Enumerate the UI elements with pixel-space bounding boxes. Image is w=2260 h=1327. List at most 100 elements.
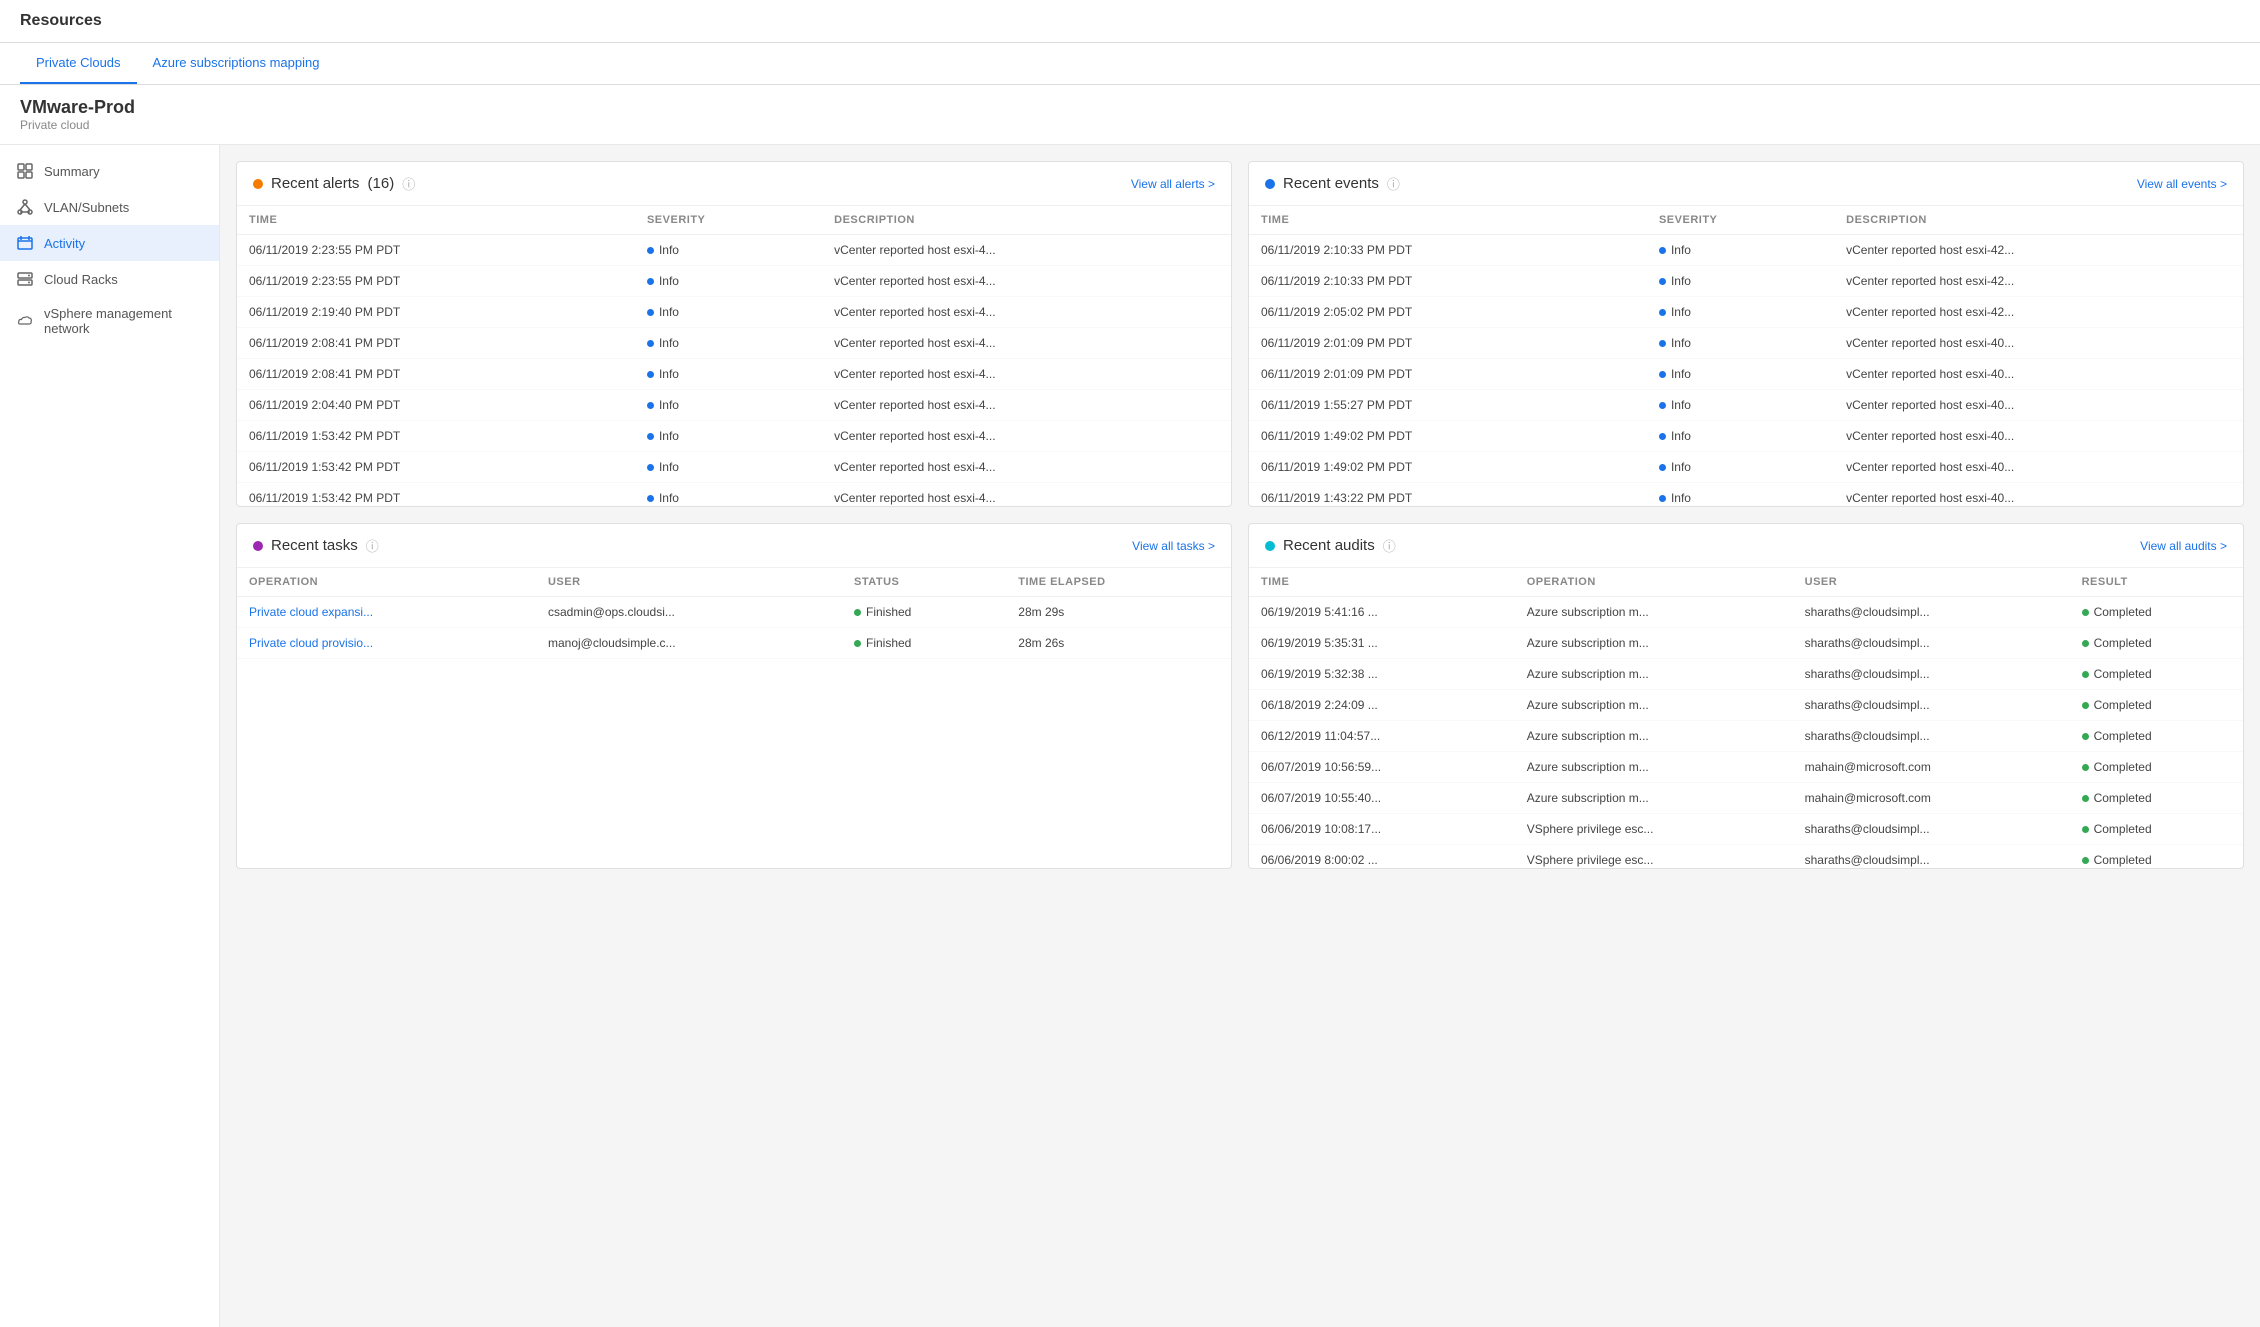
sidebar-label-vsphere: vSphere management network [44, 306, 203, 336]
audits-table: TIME OPERATION USER RESULT 06/19/2019 5:… [1249, 568, 2243, 868]
alerts-info-icon[interactable]: ⓘ [402, 174, 415, 193]
alerts-title: Recent alerts (16) [271, 175, 394, 192]
alerts-card: Recent alerts (16) ⓘ View all alerts > T… [236, 161, 1232, 507]
alert-severity: Info [635, 421, 822, 452]
event-description: vCenter reported host esxi-40... [1834, 452, 2243, 483]
alert-severity: Info [635, 359, 822, 390]
events-view-all[interactable]: View all events > [2137, 177, 2227, 191]
audits-col-result: RESULT [2070, 568, 2243, 597]
task-user: csadmin@ops.cloudsi... [536, 597, 842, 628]
audit-user: sharaths@cloudsimpl... [1793, 597, 2070, 628]
table-row[interactable]: 06/19/2019 5:41:16 ... Azure subscriptio… [1249, 597, 2243, 628]
audit-user: sharaths@cloudsimpl... [1793, 659, 2070, 690]
table-row[interactable]: 06/07/2019 10:56:59... Azure subscriptio… [1249, 752, 2243, 783]
audit-user: sharaths@cloudsimpl... [1793, 690, 2070, 721]
alerts-col-severity: SEVERITY [635, 206, 822, 235]
table-row[interactable]: 06/06/2019 8:00:02 ... VSphere privilege… [1249, 845, 2243, 869]
events-title: Recent events [1283, 175, 1379, 192]
sidebar-item-vsphere[interactable]: vSphere management network [0, 297, 219, 345]
table-row[interactable]: 06/19/2019 5:32:38 ... Azure subscriptio… [1249, 659, 2243, 690]
table-row[interactable]: 06/11/2019 2:23:55 PM PDT Info vCenter r… [237, 266, 1231, 297]
audits-info-icon[interactable]: ⓘ [1383, 536, 1396, 555]
table-row[interactable]: 06/11/2019 2:10:33 PM PDT Info vCenter r… [1249, 235, 2243, 266]
event-severity: Info [1647, 452, 1834, 483]
event-description: vCenter reported host esxi-40... [1834, 421, 2243, 452]
sidebar-label-cloud-racks: Cloud Racks [44, 272, 118, 287]
tab-private-clouds[interactable]: Private Clouds [20, 43, 137, 84]
bottom-grid: Recent tasks ⓘ View all tasks > OPERATIO… [236, 523, 2244, 869]
network-icon [16, 198, 34, 216]
table-row[interactable]: 06/11/2019 2:01:09 PM PDT Info vCenter r… [1249, 359, 2243, 390]
table-row[interactable]: 06/11/2019 1:53:42 PM PDT Info vCenter r… [237, 483, 1231, 507]
audit-time: 06/06/2019 8:00:02 ... [1249, 845, 1515, 869]
table-row[interactable]: 06/11/2019 2:04:40 PM PDT Info vCenter r… [237, 390, 1231, 421]
table-row[interactable]: 06/07/2019 10:55:40... Azure subscriptio… [1249, 783, 2243, 814]
table-row[interactable]: 06/18/2019 2:24:09 ... Azure subscriptio… [1249, 690, 2243, 721]
event-severity: Info [1647, 359, 1834, 390]
audits-table-wrap: TIME OPERATION USER RESULT 06/19/2019 5:… [1249, 568, 2243, 868]
event-severity: Info [1647, 235, 1834, 266]
grid-icon [16, 162, 34, 180]
events-table-wrap: TIME SEVERITY DESCRIPTION 06/11/2019 2:1… [1249, 206, 2243, 506]
event-severity: Info [1647, 390, 1834, 421]
audits-view-all[interactable]: View all audits > [2140, 539, 2227, 553]
tasks-info-icon[interactable]: ⓘ [366, 536, 379, 555]
table-row[interactable]: 06/11/2019 2:10:33 PM PDT Info vCenter r… [1249, 266, 2243, 297]
event-time: 06/11/2019 1:55:27 PM PDT [1249, 390, 1647, 421]
audits-col-user: USER [1793, 568, 2070, 597]
audit-result: Completed [2070, 721, 2243, 752]
table-row[interactable]: 06/11/2019 1:49:02 PM PDT Info vCenter r… [1249, 452, 2243, 483]
alert-description: vCenter reported host esxi-4... [822, 483, 1231, 507]
alerts-header: Recent alerts (16) ⓘ View all alerts > [237, 162, 1231, 206]
table-row[interactable]: 06/11/2019 2:19:40 PM PDT Info vCenter r… [237, 297, 1231, 328]
task-elapsed: 28m 26s [1006, 628, 1231, 659]
table-row[interactable]: 06/11/2019 2:08:41 PM PDT Info vCenter r… [237, 359, 1231, 390]
audit-result: Completed [2070, 628, 2243, 659]
alerts-dot [253, 179, 263, 189]
table-row[interactable]: Private cloud expansi... csadmin@ops.clo… [237, 597, 1231, 628]
table-row[interactable]: 06/11/2019 2:23:55 PM PDT Info vCenter r… [237, 235, 1231, 266]
audit-time: 06/07/2019 10:56:59... [1249, 752, 1515, 783]
audit-result: Completed [2070, 845, 2243, 869]
table-row[interactable]: 06/19/2019 5:35:31 ... Azure subscriptio… [1249, 628, 2243, 659]
audit-user: mahain@microsoft.com [1793, 752, 2070, 783]
tasks-view-all[interactable]: View all tasks > [1132, 539, 1215, 553]
alert-description: vCenter reported host esxi-4... [822, 266, 1231, 297]
tab-azure-subscriptions[interactable]: Azure subscriptions mapping [137, 43, 336, 84]
table-row[interactable]: 06/12/2019 11:04:57... Azure subscriptio… [1249, 721, 2243, 752]
alert-severity: Info [635, 328, 822, 359]
table-row[interactable]: 06/11/2019 1:55:27 PM PDT Info vCenter r… [1249, 390, 2243, 421]
cloud-icon [16, 312, 34, 330]
table-row[interactable]: 06/11/2019 1:43:22 PM PDT Info vCenter r… [1249, 483, 2243, 507]
table-row[interactable]: 06/06/2019 10:08:17... VSphere privilege… [1249, 814, 2243, 845]
tasks-table: OPERATION USER STATUS TIME ELAPSED Priva… [237, 568, 1231, 659]
sidebar-item-vlan[interactable]: VLAN/Subnets [0, 189, 219, 225]
table-row[interactable]: 06/11/2019 2:08:41 PM PDT Info vCenter r… [237, 328, 1231, 359]
alert-time: 06/11/2019 1:53:42 PM PDT [237, 452, 635, 483]
alerts-view-all[interactable]: View all alerts > [1131, 177, 1215, 191]
table-row[interactable]: 06/11/2019 2:01:09 PM PDT Info vCenter r… [1249, 328, 2243, 359]
table-row[interactable]: 06/11/2019 1:49:02 PM PDT Info vCenter r… [1249, 421, 2243, 452]
events-card: Recent events ⓘ View all events > TIME S… [1248, 161, 2244, 507]
task-status: Finished [842, 597, 1006, 628]
tasks-card: Recent tasks ⓘ View all tasks > OPERATIO… [236, 523, 1232, 869]
event-severity: Info [1647, 328, 1834, 359]
alert-time: 06/11/2019 2:08:41 PM PDT [237, 359, 635, 390]
events-info-icon[interactable]: ⓘ [1387, 174, 1400, 193]
alert-time: 06/11/2019 1:53:42 PM PDT [237, 483, 635, 507]
table-row[interactable]: 06/11/2019 1:53:42 PM PDT Info vCenter r… [237, 452, 1231, 483]
table-row[interactable]: 06/11/2019 1:53:42 PM PDT Info vCenter r… [237, 421, 1231, 452]
task-user: manoj@cloudsimple.c... [536, 628, 842, 659]
cloud-header: VMware-Prod Private cloud [0, 85, 2260, 145]
table-row[interactable]: Private cloud provisio... manoj@cloudsim… [237, 628, 1231, 659]
sidebar-item-summary[interactable]: Summary [0, 153, 219, 189]
audit-result: Completed [2070, 783, 2243, 814]
tasks-col-op: OPERATION [237, 568, 536, 597]
event-description: vCenter reported host esxi-40... [1834, 359, 2243, 390]
sidebar-item-activity[interactable]: Activity [0, 225, 219, 261]
audit-user: sharaths@cloudsimpl... [1793, 721, 2070, 752]
alerts-table: TIME SEVERITY DESCRIPTION 06/11/2019 2:2… [237, 206, 1231, 506]
audits-dot [1265, 541, 1275, 551]
table-row[interactable]: 06/11/2019 2:05:02 PM PDT Info vCenter r… [1249, 297, 2243, 328]
sidebar-item-cloud-racks[interactable]: Cloud Racks [0, 261, 219, 297]
